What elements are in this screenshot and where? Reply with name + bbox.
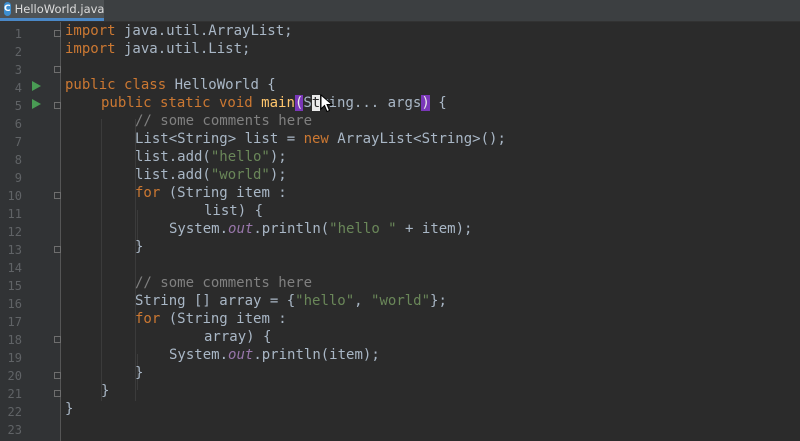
editor-gutter[interactable]: 1 2 3 4 5 6 7 8 9 10 11 12 13 14 15 16 1… — [0, 22, 61, 441]
line-number: 12 — [7, 225, 22, 239]
code-line-21[interactable]: } — [101, 382, 109, 400]
code-line-20[interactable]: } — [135, 364, 143, 382]
line-number: 10 — [7, 189, 22, 203]
fold-for-loop-end-icon[interactable] — [54, 246, 61, 253]
java-class-icon: C — [4, 2, 11, 16]
line-number: 19 — [7, 351, 22, 365]
line-number: 2 — [14, 45, 22, 59]
line-number: 16 — [7, 297, 22, 311]
line-number: 22 — [7, 405, 22, 419]
line-number: 20 — [7, 369, 22, 383]
line-number: 6 — [14, 117, 22, 131]
indent-guide — [101, 119, 102, 401]
code-line-7[interactable]: List<String> list = new ArrayList<String… — [135, 130, 506, 148]
tab-label: HelloWorld.java — [14, 2, 105, 16]
code-line-16[interactable]: String [] array = {"hello", "world"}; — [135, 292, 447, 310]
line-number: 4 — [14, 81, 22, 95]
fold-for-loop-end-icon[interactable] — [54, 372, 61, 379]
code-line-18[interactable]: array) { — [204, 328, 271, 346]
code-editor[interactable]: import java.util.ArrayList; import java.… — [61, 22, 800, 441]
line-number: 15 — [7, 279, 22, 293]
code-line-6[interactable]: // some comments here — [135, 112, 312, 130]
text-caret: t — [311, 95, 321, 111]
line-number: 5 — [14, 99, 22, 113]
code-line-17[interactable]: for (String item : — [135, 310, 287, 328]
tab-helloworld-java[interactable]: C HelloWorld.java — [0, 0, 104, 21]
editor-tab-bar: C HelloWorld.java — [0, 0, 800, 22]
code-line-5[interactable]: public static void main(String... args) … — [101, 94, 447, 112]
line-number: 23 — [7, 423, 22, 437]
line-number: 18 — [7, 333, 22, 347]
bracket-match-close: ) — [421, 95, 430, 111]
code-line-22[interactable]: } — [65, 400, 73, 418]
fold-imports-icon[interactable] — [54, 30, 61, 37]
code-line-9[interactable]: list.add("world"); — [135, 166, 287, 184]
code-line-13[interactable]: } — [135, 238, 143, 256]
line-number: 21 — [7, 387, 22, 401]
run-main-icon[interactable] — [32, 99, 41, 109]
run-class-icon[interactable] — [32, 81, 41, 91]
line-number: 17 — [7, 315, 22, 329]
code-line-15[interactable]: // some comments here — [135, 274, 312, 292]
fold-for-loop-icon[interactable] — [54, 336, 61, 343]
code-line-10[interactable]: for (String item : — [135, 184, 287, 202]
fold-method-icon[interactable] — [54, 102, 61, 109]
line-number: 7 — [14, 135, 22, 149]
code-line-2[interactable]: import java.util.List; — [65, 40, 250, 58]
code-line-11[interactable]: list) { — [204, 202, 263, 220]
mouse-pointer-icon — [320, 94, 334, 113]
line-number: 14 — [7, 261, 22, 275]
code-line-19[interactable]: System.out.println(item); — [169, 346, 380, 364]
fold-method-end-icon[interactable] — [54, 390, 61, 397]
fold-for-loop-icon[interactable] — [54, 192, 61, 199]
line-number: 8 — [14, 153, 22, 167]
line-number: 11 — [7, 207, 22, 221]
line-number: 1 — [14, 27, 22, 41]
code-line-1[interactable]: import java.util.ArrayList; — [65, 22, 293, 40]
line-number: 3 — [14, 63, 22, 77]
code-line-4[interactable]: public class HelloWorld { — [65, 76, 276, 94]
code-line-12[interactable]: System.out.println("hello " + item); — [169, 220, 472, 238]
fold-imports-end-icon[interactable] — [54, 66, 61, 73]
code-line-8[interactable]: list.add("hello"); — [135, 148, 287, 166]
line-number: 13 — [7, 243, 22, 257]
line-number: 9 — [14, 171, 22, 185]
